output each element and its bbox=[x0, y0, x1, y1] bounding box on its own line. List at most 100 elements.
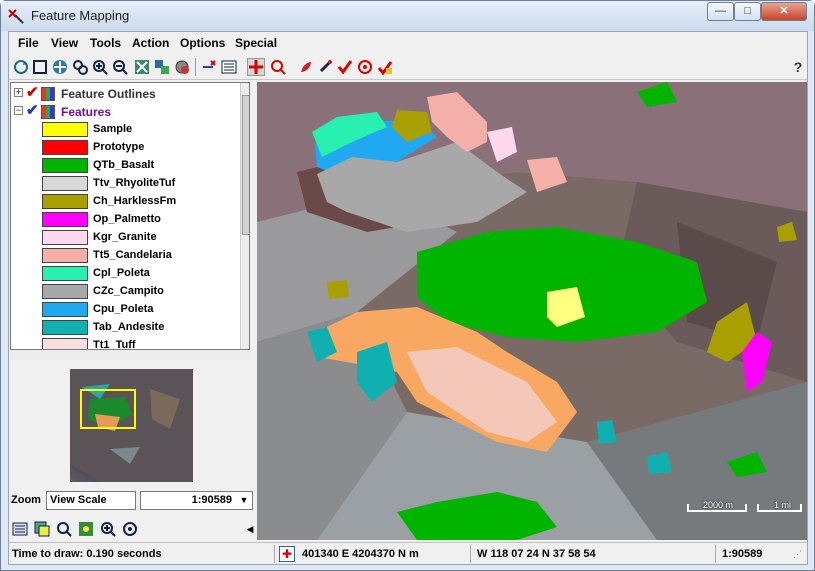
legend-item[interactable]: Ttv_RhyoliteTuf bbox=[42, 175, 242, 193]
legend-item[interactable]: Op_Palmetto bbox=[42, 211, 242, 229]
map-canvas[interactable] bbox=[257, 82, 807, 540]
maximize-button[interactable]: □ bbox=[734, 2, 761, 21]
layer-list-icon[interactable] bbox=[220, 58, 238, 76]
legend-label: QTb_Basalt bbox=[93, 159, 155, 171]
menu-view[interactable]: View bbox=[51, 36, 78, 50]
legend-swatch[interactable] bbox=[42, 248, 88, 263]
crosshair-icon[interactable]: ✚ bbox=[279, 546, 295, 562]
legend-item[interactable]: Cpu_Poleta bbox=[42, 301, 242, 319]
app-window: Feature Mapping — □ ✕ File View Tools Ac… bbox=[0, 0, 815, 571]
pan-icon[interactable] bbox=[51, 58, 69, 76]
zoom-box-icon[interactable] bbox=[71, 58, 89, 76]
redraw-icon[interactable] bbox=[12, 58, 30, 76]
menu-tools[interactable]: Tools bbox=[90, 36, 121, 50]
coordinates-utm: 401340 E 4204370 N m bbox=[302, 548, 419, 560]
layer-feature-outlines[interactable]: + ✔ Feature Outlines bbox=[11, 85, 241, 103]
legend-swatch[interactable] bbox=[42, 212, 88, 227]
zoom-active-icon[interactable] bbox=[133, 58, 151, 76]
zoom-label: Zoom bbox=[11, 494, 41, 506]
help-icon[interactable]: ? bbox=[789, 58, 807, 76]
dropper-icon[interactable] bbox=[316, 58, 334, 76]
scale-value: 1:90589 bbox=[191, 494, 232, 506]
legend-item[interactable]: Prototype bbox=[42, 139, 242, 157]
scrollbar-thumb[interactable] bbox=[242, 95, 249, 235]
add-layer-icon[interactable] bbox=[200, 58, 218, 76]
target-check-icon[interactable] bbox=[356, 58, 374, 76]
chevron-down-icon[interactable]: ▼ bbox=[237, 492, 251, 508]
zoom-to-layer-icon[interactable] bbox=[77, 520, 95, 538]
menu-options[interactable]: Options bbox=[180, 36, 225, 50]
menu-special[interactable]: Special bbox=[235, 36, 277, 50]
title-bar[interactable]: Feature Mapping — □ ✕ bbox=[1, 1, 814, 31]
globe-icon[interactable] bbox=[173, 58, 191, 76]
move-icon[interactable] bbox=[247, 58, 265, 76]
minimize-button[interactable]: — bbox=[707, 2, 734, 21]
legend-item[interactable]: Sample bbox=[42, 121, 242, 139]
layer-controls-icon[interactable] bbox=[11, 520, 29, 538]
layer-panel-scrollbar[interactable] bbox=[240, 83, 249, 349]
resize-grip-icon[interactable]: ⋰ bbox=[793, 549, 802, 560]
draw-time: Time to draw: 0.190 seconds bbox=[12, 548, 162, 560]
legend-item[interactable]: Cpl_Poleta bbox=[42, 265, 242, 283]
zoom-previous-icon[interactable] bbox=[153, 58, 171, 76]
legend-swatch[interactable] bbox=[42, 302, 88, 317]
legend-item[interactable]: CZc_Campito bbox=[42, 283, 242, 301]
zoom-circle-icon[interactable] bbox=[269, 58, 287, 76]
legend-item[interactable]: Tab_Andesite bbox=[42, 319, 242, 337]
legend-label: Ch_HarklessFm bbox=[93, 195, 177, 207]
zoom-in-icon[interactable] bbox=[99, 520, 117, 538]
close-button[interactable]: ✕ bbox=[761, 2, 807, 21]
multi-check-icon[interactable] bbox=[376, 58, 394, 76]
map-view[interactable]: 2000 m 1 mi bbox=[257, 82, 807, 540]
menu-action[interactable]: Action bbox=[132, 36, 169, 50]
locator-view-box[interactable] bbox=[80, 389, 136, 429]
zoom-target-icon[interactable] bbox=[121, 520, 139, 538]
app-icon bbox=[8, 9, 24, 24]
legend-item[interactable]: Kgr_Granite bbox=[42, 229, 242, 247]
legend-item[interactable]: Tt1_Tuff bbox=[42, 337, 242, 350]
zoom-out-icon[interactable] bbox=[111, 58, 129, 76]
visibility-check-icon[interactable]: ✔ bbox=[26, 85, 39, 101]
legend-swatch[interactable] bbox=[42, 158, 88, 173]
locator-view bbox=[10, 360, 256, 490]
paint-brush-icon[interactable] bbox=[297, 58, 315, 76]
zoom-icon[interactable] bbox=[55, 520, 73, 538]
legend-label: Cpu_Poleta bbox=[93, 303, 154, 315]
legend-label: Tab_Andesite bbox=[93, 321, 165, 333]
vector-layer-icon bbox=[41, 105, 55, 119]
full-view-icon[interactable] bbox=[31, 58, 49, 76]
status-bar: Time to draw: 0.190 seconds ✚ 401340 E 4… bbox=[9, 542, 807, 564]
legend-swatch[interactable] bbox=[42, 176, 88, 191]
legend-swatch[interactable] bbox=[42, 338, 88, 349]
legend-label: Op_Palmetto bbox=[93, 213, 161, 225]
legend-label: Prototype bbox=[93, 141, 145, 153]
scalebar-metric-label: 2000 m bbox=[703, 500, 734, 510]
legend-item[interactable]: QTb_Basalt bbox=[42, 157, 242, 175]
legend-label: Tt5_Candelaria bbox=[93, 249, 172, 261]
legend-swatch[interactable] bbox=[42, 284, 88, 299]
legend-swatch[interactable] bbox=[42, 320, 88, 335]
visibility-check-icon[interactable]: ✔ bbox=[26, 103, 39, 119]
collapse-toggle[interactable]: − bbox=[14, 106, 23, 115]
full-view-icon[interactable] bbox=[33, 520, 51, 538]
legend-swatch[interactable] bbox=[42, 122, 88, 137]
layer-name: Feature Outlines bbox=[61, 87, 156, 101]
zoom-mode-select[interactable]: View Scale ▼ bbox=[46, 491, 173, 510]
legend-swatch[interactable] bbox=[42, 230, 88, 245]
legend-swatch[interactable] bbox=[42, 140, 88, 155]
layer-features[interactable]: − ✔ Features bbox=[11, 103, 241, 121]
menu-file[interactable]: File bbox=[18, 36, 39, 50]
legend-label: Kgr_Granite bbox=[93, 231, 157, 243]
client-area: File View Tools Action Options Special ?… bbox=[8, 31, 808, 565]
zoom-in-icon[interactable] bbox=[91, 58, 109, 76]
expand-toggle[interactable]: + bbox=[14, 88, 23, 97]
legend-label: CZc_Campito bbox=[93, 285, 164, 297]
layer-panel-hscrollbar[interactable] bbox=[10, 350, 250, 360]
check-icon[interactable] bbox=[336, 58, 354, 76]
legend-swatch[interactable] bbox=[42, 266, 88, 281]
legend-item[interactable]: Tt5_Candelaria bbox=[42, 247, 242, 265]
locator-image[interactable] bbox=[70, 369, 193, 482]
legend-label: Tt1_Tuff bbox=[93, 339, 136, 350]
legend-swatch[interactable] bbox=[42, 194, 88, 209]
legend-item[interactable]: Ch_HarklessFm bbox=[42, 193, 242, 211]
